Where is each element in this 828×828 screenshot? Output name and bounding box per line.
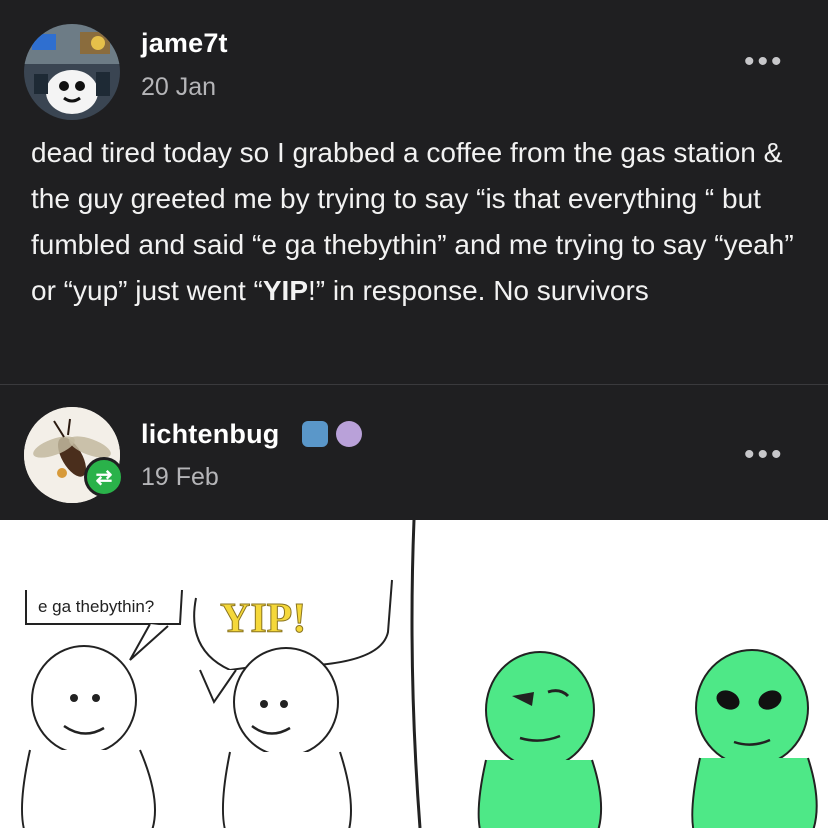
post-text-part2: !” in response. No survivors [308,275,649,306]
reblog-icon: ⇄ [84,457,124,497]
username-jame7t[interactable]: jame7t [141,28,228,59]
speech-text-1: e ga thebythin? [38,597,154,616]
alien-1 [477,651,602,828]
more-options-icon[interactable]: ••• [744,440,785,470]
post-jame7t: jame7t 20 Jan ••• dead tired today so I … [0,0,828,385]
speech-text-yip: YIP! [220,596,306,642]
person-2 [221,647,352,828]
post-date: 20 Jan [141,73,217,101]
post-lichtenbug: ⇄ lichtenbug 19 Feb ••• [0,385,828,520]
username-lichtenbug[interactable]: lichtenbug [141,419,280,450]
avatar-jame7t[interactable] [24,24,120,120]
user-badges [302,421,362,447]
paw-badge-icon [336,421,362,447]
avatar-image [24,24,120,120]
comic-image: e ga thebythin? YIP! [0,520,828,828]
post-body-text: dead tired today so I grabbed a coffee f… [31,130,801,314]
comic-drawing: e ga thebythin? YIP! [21,520,818,828]
person-1 [21,645,156,828]
more-options-icon[interactable]: ••• [744,47,785,77]
alien-2 [691,649,818,828]
sticker-badge-icon [302,421,328,447]
post-date: 19 Feb [141,463,219,491]
post-text-bold: YIP [262,275,308,306]
